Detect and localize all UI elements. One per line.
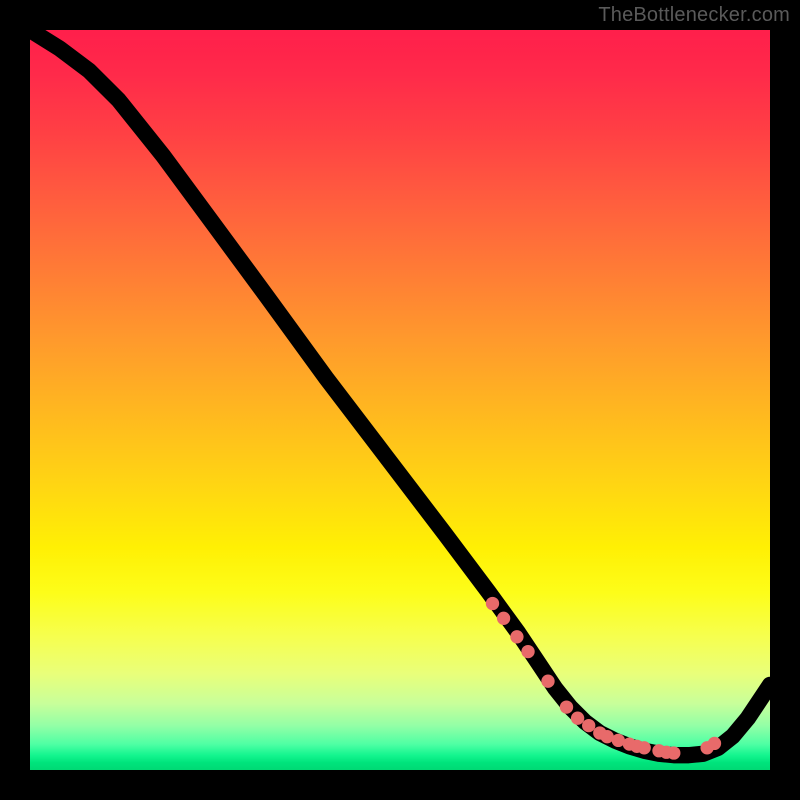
- highlight-dot: [510, 630, 523, 643]
- highlight-dots-group: [486, 597, 721, 760]
- highlight-dot: [521, 645, 534, 658]
- highlight-dot: [582, 719, 595, 732]
- highlight-dot: [486, 597, 499, 610]
- highlight-dot: [667, 746, 680, 759]
- chart-svg: [30, 30, 770, 770]
- highlight-dot: [560, 700, 573, 713]
- watermark-text: TheBottlenecker.com: [598, 4, 790, 27]
- plot-area: [30, 30, 770, 770]
- highlight-dot: [541, 675, 554, 688]
- highlight-dot: [497, 612, 510, 625]
- chart-frame: TheBottlenecker.com: [0, 0, 800, 800]
- highlight-dot: [571, 712, 584, 725]
- highlight-dot: [708, 737, 721, 750]
- bottleneck-curve: [30, 30, 770, 755]
- highlight-dot: [638, 741, 651, 754]
